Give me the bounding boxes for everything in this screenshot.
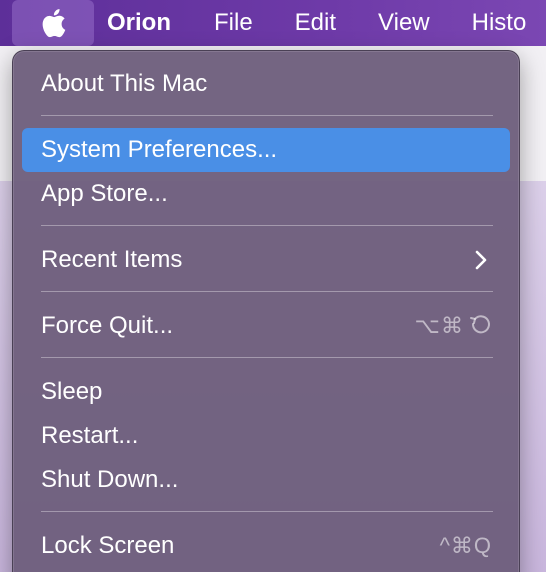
menu-item-about-this-mac[interactable]: About This Mac: [22, 62, 510, 106]
menu-item-label: Sleep: [41, 378, 103, 405]
app-name-menu[interactable]: Orion: [107, 9, 171, 37]
lock-screen-shortcut: ^⌘Q: [439, 533, 492, 558]
menu-separator: [41, 225, 493, 226]
menu-item-app-store[interactable]: App Store...: [22, 172, 510, 216]
apple-logo-icon: [42, 9, 66, 38]
menu-item-sleep[interactable]: Sleep: [22, 370, 510, 414]
menu-item-label: System Preferences...: [41, 136, 278, 163]
menu-edit[interactable]: Edit: [295, 9, 336, 37]
menu-separator: [41, 115, 493, 116]
menu-item-label: Restart...: [41, 422, 139, 449]
shortcut-keys: ⌥⌘: [414, 313, 464, 338]
menu-item-restart[interactable]: Restart...: [22, 414, 510, 458]
menu-item-lock-screen[interactable]: Lock Screen ^⌘Q: [22, 524, 510, 568]
menu-separator: [41, 357, 493, 358]
menu-item-system-preferences[interactable]: System Preferences...: [22, 128, 510, 172]
apple-dropdown-menu: About This Mac System Preferences... App…: [12, 50, 520, 572]
menu-item-label: About This Mac: [41, 70, 208, 97]
force-quit-shortcut: ⌥⌘: [415, 304, 492, 348]
menu-bar: Orion File Edit View Histo: [0, 0, 546, 46]
menu-separator: [41, 291, 493, 292]
chevron-right-icon: [474, 238, 488, 282]
menu-history[interactable]: Histo: [472, 9, 527, 37]
apple-menu-button[interactable]: [12, 0, 94, 46]
menu-item-label: Recent Items: [41, 246, 183, 273]
menu-separator: [41, 511, 493, 512]
menu-item-force-quit[interactable]: Force Quit... ⌥⌘: [22, 304, 510, 348]
menu-file[interactable]: File: [214, 9, 253, 37]
menu-item-shut-down[interactable]: Shut Down...: [22, 458, 510, 502]
menu-item-recent-items[interactable]: Recent Items: [22, 238, 510, 282]
menu-item-label: App Store...: [41, 180, 168, 207]
escape-icon: [470, 315, 490, 334]
menu-item-label: Shut Down...: [41, 466, 179, 493]
menu-view[interactable]: View: [378, 9, 430, 37]
